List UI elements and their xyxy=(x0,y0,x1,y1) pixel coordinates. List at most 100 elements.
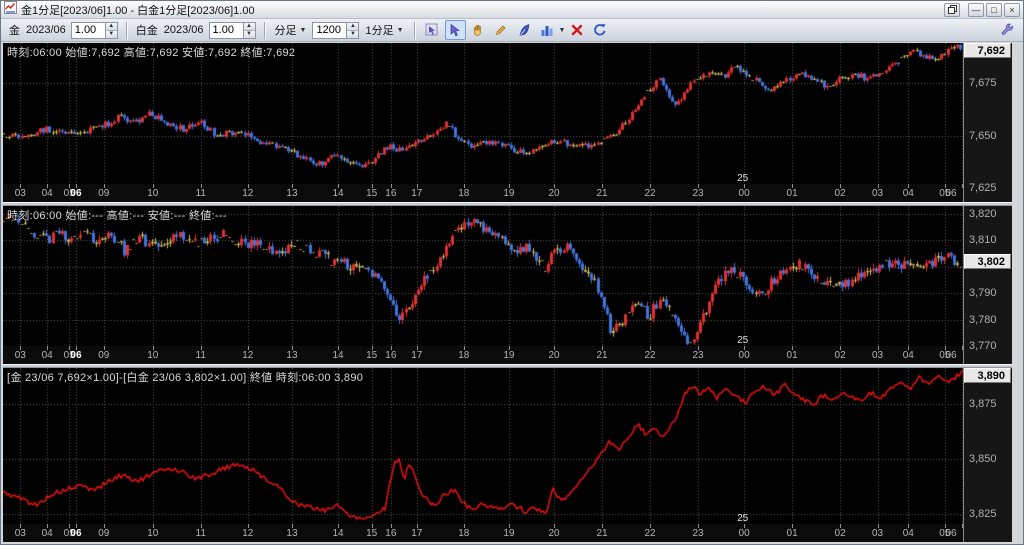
time-axis-label: 06 xyxy=(66,188,86,199)
platinum-candlestick-canvas[interactable] xyxy=(3,206,963,346)
time-axis-label: 23 xyxy=(688,528,708,539)
time-axis-label: 06 xyxy=(941,350,961,361)
time-axis-label: 16 xyxy=(381,350,401,361)
price-axis-label: 3,780 xyxy=(969,314,997,326)
chevron-down-icon: ▼ xyxy=(397,27,404,34)
minimize-button[interactable]: — xyxy=(968,3,984,17)
time-axis-label: 02 xyxy=(830,350,850,361)
spin-down-button[interactable]: ▼ xyxy=(244,30,255,38)
time-axis-label: 21 xyxy=(592,528,612,539)
spin-down-button[interactable]: ▼ xyxy=(106,30,117,38)
gold-candlestick-canvas[interactable] xyxy=(3,43,963,184)
chevron-down-icon[interactable]: ▼ xyxy=(559,27,566,34)
time-axis-label: 19 xyxy=(499,350,519,361)
platinum-label: 白金 xyxy=(136,22,158,38)
time-axis-label: 04 xyxy=(37,528,57,539)
time-axis-label: 01 xyxy=(782,188,802,199)
time-axis-label: 15 xyxy=(362,350,382,361)
price-axis-label: 3,825 xyxy=(969,508,997,520)
time-axis-label: 03 xyxy=(868,528,888,539)
time-axis-label: 09 xyxy=(94,528,114,539)
spread-time-axis: 0304050609101112131415161718192021222300… xyxy=(3,524,963,542)
time-axis-label: 04 xyxy=(898,528,918,539)
close-button[interactable]: × xyxy=(1004,3,1020,17)
spin-up-button[interactable]: ▲ xyxy=(106,23,117,30)
price-axis-label: 3,810 xyxy=(969,234,997,246)
platinum-multiplier-input[interactable]: 1.00 ▲▼ xyxy=(209,22,256,39)
date-change-label: 25 xyxy=(737,513,748,524)
gold-price-axis: 7,6757,6507,6257,692 xyxy=(963,43,1012,202)
toolbar: 金 2023/06 1.00 ▲▼ 白金 2023/06 1.00 ▲▼ 分足▼… xyxy=(1,19,1023,42)
bar-type-dropdown[interactable]: 分足▼ xyxy=(271,21,311,39)
time-axis-label: 17 xyxy=(407,350,427,361)
time-axis-label: 23 xyxy=(688,188,708,199)
chart-type-icon[interactable] xyxy=(537,20,558,40)
window-title: 金1分足[2023/06]1.00 - 白金1分足[2023/06]1.00 xyxy=(21,2,942,18)
layers-window-button[interactable] xyxy=(944,3,960,17)
gold-chart-plot[interactable]: 時刻:06:00 始値:7,692 高値:7,692 安値:7,692 終値:7… xyxy=(3,43,963,184)
time-axis-label: 20 xyxy=(544,528,564,539)
price-axis-label: 3,875 xyxy=(969,398,997,410)
time-axis-label: 10 xyxy=(143,528,163,539)
time-axis-label: 17 xyxy=(407,528,427,539)
date-change-label: 25 xyxy=(737,335,748,346)
time-axis-label: 06 xyxy=(66,350,86,361)
time-axis-label: 02 xyxy=(830,528,850,539)
bar-count-input[interactable]: 1200 ▲▼ xyxy=(312,22,359,39)
time-axis-label: 13 xyxy=(282,350,302,361)
hand-pan-icon[interactable] xyxy=(468,20,489,40)
time-axis-label: 13 xyxy=(282,528,302,539)
spin-up-button[interactable]: ▲ xyxy=(347,23,358,30)
interval-dropdown[interactable]: 1分足▼ xyxy=(361,21,407,39)
platinum-contract-label: 2023/06 xyxy=(164,24,204,36)
app-icon xyxy=(4,1,17,19)
time-axis-label: 11 xyxy=(191,350,211,361)
platinum-chart-plot[interactable]: 時刻:06:00 始値:--- 高値:--- 安値:--- 終値:--- 25 xyxy=(3,206,963,346)
spin-up-button[interactable]: ▲ xyxy=(244,23,255,30)
bar-count-value[interactable]: 1200 xyxy=(312,22,346,39)
spread-chart-plot[interactable]: [金 23/06 7,692×1.00]-[白金 23/06 3,802×1.0… xyxy=(3,368,963,524)
toolbar-separator xyxy=(126,22,127,39)
price-axis-label: 3,770 xyxy=(969,340,997,352)
price-axis-label: 7,650 xyxy=(969,130,997,142)
time-axis-label: 22 xyxy=(640,528,660,539)
time-axis-label: 15 xyxy=(362,528,382,539)
toolbar-separator xyxy=(264,22,265,39)
time-axis-label: 12 xyxy=(238,528,258,539)
time-axis-label: 04 xyxy=(37,350,57,361)
time-axis-label: 04 xyxy=(898,188,918,199)
refresh-icon[interactable] xyxy=(589,20,610,40)
spread-line-canvas[interactable] xyxy=(3,368,963,524)
gold-label: 金 xyxy=(9,22,20,38)
time-axis-label: 16 xyxy=(381,528,401,539)
maximize-button[interactable]: □ xyxy=(986,3,1002,17)
delete-drawing-icon[interactable] xyxy=(566,20,587,40)
pen-annotate-icon[interactable] xyxy=(514,20,535,40)
time-axis-label: 03 xyxy=(10,350,30,361)
time-axis-label: 20 xyxy=(544,350,564,361)
gold-time-axis: 0304050609101112131415161718192021222300… xyxy=(3,184,963,202)
time-axis-label: 03 xyxy=(10,188,30,199)
time-axis-label: 11 xyxy=(191,188,211,199)
cursor-tool-icon[interactable] xyxy=(445,20,466,40)
platinum-multiplier-value[interactable]: 1.00 xyxy=(209,22,243,39)
time-axis-label: 14 xyxy=(328,528,348,539)
time-axis-label: 00 xyxy=(734,528,754,539)
time-axis-label: 06 xyxy=(941,188,961,199)
time-axis-label: 06 xyxy=(66,528,86,539)
time-axis-label: 22 xyxy=(640,188,660,199)
pencil-draw-icon[interactable] xyxy=(491,20,512,40)
time-axis-label: 14 xyxy=(328,350,348,361)
time-axis-label: 09 xyxy=(94,350,114,361)
time-axis-label: 12 xyxy=(238,350,258,361)
spin-down-button[interactable]: ▼ xyxy=(347,30,358,38)
gold-multiplier-input[interactable]: 1.00 ▲▼ xyxy=(71,22,118,39)
select-mode-icon[interactable] xyxy=(422,20,443,40)
time-axis-label: 06 xyxy=(941,528,961,539)
gold-contract-label: 2023/06 xyxy=(26,24,66,36)
time-axis-label: 04 xyxy=(37,188,57,199)
settings-wrench-icon[interactable] xyxy=(996,20,1017,40)
gold-multiplier-value[interactable]: 1.00 xyxy=(71,22,105,39)
time-axis-label: 12 xyxy=(238,188,258,199)
time-axis-label: 01 xyxy=(782,528,802,539)
